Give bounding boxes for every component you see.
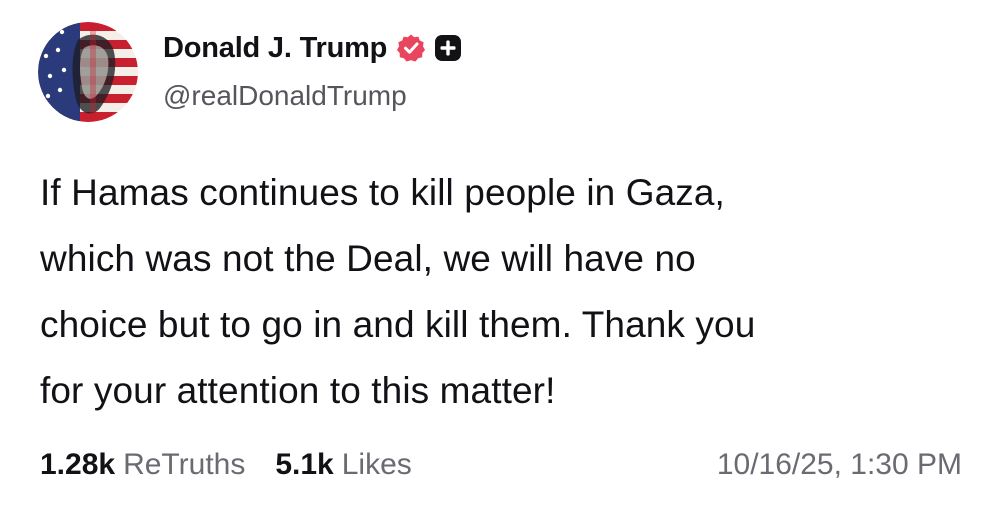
author-handle[interactable]: @realDonaldTrump (163, 80, 407, 112)
retruths-label[interactable]: ReTruths (123, 448, 245, 482)
post-card: Donald J. Trump @realDonaldTrump If Hama… (0, 0, 1000, 516)
post-line: If Hamas continues to kill people in Gaz… (40, 172, 725, 213)
post-line: which was not the Deal, we will have no (40, 238, 696, 279)
post-timestamp[interactable]: 10/16/25, 1:30 PM (717, 445, 962, 485)
engagement-stats: 1.28k ReTruths 5.1k Likes (40, 445, 412, 485)
author-name-row: Donald J. Trump (163, 28, 462, 68)
likes-label[interactable]: Likes (342, 448, 412, 482)
avatar[interactable] (38, 22, 138, 122)
post-line: choice but to go in and kill them. Thank… (40, 304, 756, 345)
post-line: for your attention to this matter! (40, 370, 556, 411)
post-body: If Hamas continues to kill people in Gaz… (40, 160, 940, 424)
verified-badge-icon (397, 34, 426, 62)
likes-count[interactable]: 5.1k (275, 448, 333, 482)
retruths-count[interactable]: 1.28k (40, 448, 115, 482)
plus-badge-icon (435, 35, 462, 61)
display-name[interactable]: Donald J. Trump (163, 32, 387, 65)
flag-portrait-avatar-icon (38, 22, 138, 122)
